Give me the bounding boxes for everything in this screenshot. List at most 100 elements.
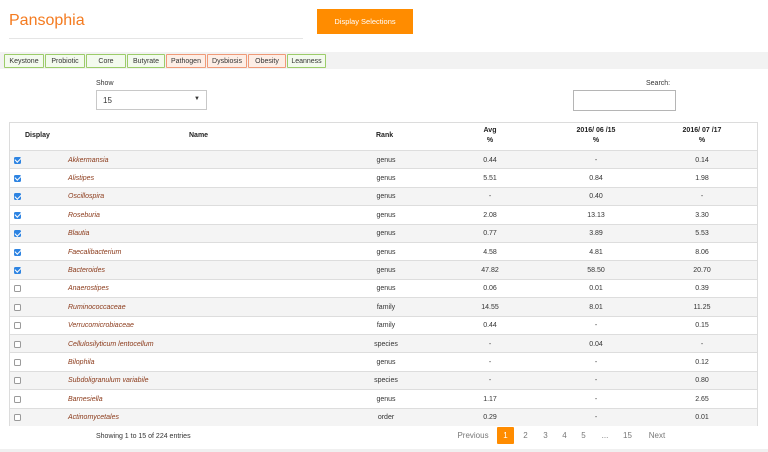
header-rank[interactable]: Rank — [376, 131, 393, 141]
taxon-name[interactable]: Ruminococcaceae — [68, 298, 368, 316]
date-1-value: - — [594, 358, 598, 366]
row-checkbox[interactable] — [14, 353, 26, 371]
tag-butyrate[interactable]: Butyrate — [127, 54, 165, 68]
row-checkbox[interactable] — [14, 169, 26, 187]
tag-core[interactable]: Core — [86, 54, 126, 68]
date-1-value: 4.81 — [589, 248, 603, 256]
header-avg[interactable]: Avg % — [470, 126, 510, 146]
date-1-value: - — [594, 156, 598, 164]
taxon-name[interactable]: Bacteroides — [68, 261, 368, 279]
search-input[interactable] — [573, 90, 676, 111]
taxon-name[interactable]: Verrucomicrobiaceae — [68, 317, 368, 335]
row-checkbox[interactable] — [14, 225, 26, 243]
header-name[interactable]: Name — [189, 131, 208, 141]
pagination-page-15[interactable]: 15 — [619, 427, 636, 444]
table-row[interactable]: Blautia genus 0.77 3.89 5.53 — [10, 223, 757, 243]
table-row[interactable]: Bacteroides genus 47.82 58.50 20.70 — [10, 260, 757, 279]
taxon-rank: genus — [376, 285, 396, 293]
table-row[interactable]: Faecalibacterium genus 4.58 4.81 8.06 — [10, 242, 757, 260]
date-2-value: 20.70 — [693, 266, 711, 274]
table-row[interactable]: Ruminococcaceae family 14.55 8.01 11.25 — [10, 297, 757, 316]
row-checkbox[interactable] — [14, 390, 26, 408]
tag-obesity[interactable]: Obesity — [248, 54, 286, 68]
checkbox-icon — [14, 211, 21, 219]
taxon-name[interactable]: Subdoligranulum variabile — [68, 372, 368, 390]
checkbox-icon — [14, 340, 21, 348]
checkbox-icon — [14, 377, 21, 385]
row-checkbox[interactable] — [14, 317, 26, 335]
table-row[interactable]: Anaerostipes genus 0.06 0.01 0.39 — [10, 278, 757, 298]
caret-down-icon: ▼ — [194, 96, 200, 102]
taxon-name[interactable]: Anaerostipes — [68, 280, 368, 298]
pagination-page-4[interactable]: 4 — [556, 427, 573, 444]
display-selections-button[interactable]: Display Selections — [317, 9, 413, 34]
date-1-value: - — [594, 377, 598, 385]
row-checkbox[interactable] — [14, 298, 26, 316]
date-2-value: 8.06 — [695, 248, 709, 256]
taxon-rank: genus — [376, 248, 396, 256]
taxon-name[interactable]: Oscillospira — [68, 188, 368, 206]
taxon-rank: genus — [376, 395, 396, 403]
date-1-value: 0.04 — [589, 340, 603, 348]
checkbox-icon — [14, 414, 21, 422]
taxon-name[interactable]: Faecalibacterium — [68, 243, 368, 261]
table-row[interactable]: Bilophila genus - - 0.12 — [10, 352, 757, 370]
tag-probiotic[interactable]: Probiotic — [45, 54, 85, 68]
pagination-next[interactable]: Next — [641, 427, 673, 444]
taxon-name[interactable]: Cellulosilyticum lentocellum — [68, 335, 368, 353]
row-checkbox[interactable] — [14, 206, 26, 224]
page-length-select[interactable]: 15 ▼ — [96, 90, 207, 110]
taxon-name[interactable]: Barnesiella — [68, 390, 368, 408]
row-checkbox[interactable] — [14, 409, 26, 427]
page-length-value: 15 — [103, 96, 112, 105]
table-row[interactable]: Subdoligranulum variabile species - - 0.80 — [10, 370, 757, 390]
tag-pathogen[interactable]: Pathogen — [166, 54, 206, 68]
taxon-name[interactable]: Blautia — [68, 225, 368, 243]
checkbox-icon — [14, 156, 21, 164]
date-2-value: 1.98 — [695, 174, 709, 182]
header-date-2[interactable]: 2016/ 07 /17 % — [662, 126, 742, 146]
header-date-1-unit: % — [592, 137, 600, 144]
tag-leanness[interactable]: Leanness — [287, 54, 326, 68]
row-checkbox[interactable] — [14, 261, 26, 279]
pagination-previous[interactable]: Previous — [452, 427, 494, 444]
table-row[interactable]: Alistipes genus 5.51 0.84 1.98 — [10, 168, 757, 186]
search-label: Search: — [646, 80, 671, 87]
date-1-value: 0.40 — [589, 193, 603, 201]
pagination-page-5[interactable]: 5 — [575, 427, 592, 444]
table-row[interactable]: Cellulosilyticum lentocellum species - 0.04… — [10, 334, 757, 353]
taxon-name[interactable]: Roseburia — [68, 206, 368, 224]
taxon-rank: family — [376, 322, 396, 330]
taxon-name[interactable]: Bilophila — [68, 353, 368, 371]
pagination-page-1[interactable]: 1 — [497, 427, 514, 444]
table-row[interactable]: Verrucomicrobiaceae family 0.44 - 0.15 — [10, 315, 757, 335]
row-checkbox[interactable] — [14, 188, 26, 206]
date-2-value: 0.39 — [695, 285, 709, 293]
tag-keystone[interactable]: Keystone — [4, 54, 44, 68]
row-checkbox[interactable] — [14, 280, 26, 298]
header-display[interactable]: Display — [25, 131, 50, 141]
row-checkbox[interactable] — [14, 372, 26, 390]
pagination-page-3[interactable]: 3 — [537, 427, 554, 444]
row-checkbox[interactable] — [14, 151, 26, 169]
row-checkbox[interactable] — [14, 243, 26, 261]
taxon-rank: species — [374, 377, 398, 385]
header-date-1[interactable]: 2016/ 06 /15 % — [556, 126, 636, 146]
table-row[interactable]: Roseburia genus 2.08 13.13 3.30 — [10, 205, 757, 223]
checkbox-icon — [14, 248, 21, 256]
avg-value: 0.44 — [483, 156, 497, 164]
avg-value: - — [488, 340, 492, 348]
tag-dysbiosis[interactable]: Dysbiosis — [207, 54, 247, 68]
taxon-name[interactable]: Akkermansia — [68, 151, 368, 169]
table-row[interactable]: Akkermansia genus 0.44 - 0.14 — [10, 150, 757, 169]
table-row[interactable]: Barnesiella genus 1.17 - 2.65 — [10, 389, 757, 407]
table-row[interactable]: Oscillospira genus - 0.40 - — [10, 186, 757, 206]
avg-value: 1.17 — [483, 395, 497, 403]
taxon-name[interactable]: Actinomycetales — [68, 409, 368, 427]
pagination-page-2[interactable]: 2 — [517, 427, 534, 444]
avg-value: 0.29 — [483, 414, 497, 422]
checkbox-icon — [14, 322, 21, 330]
taxon-name[interactable]: Alistipes — [68, 169, 368, 187]
row-checkbox[interactable] — [14, 335, 26, 353]
table-row[interactable]: Actinomycetales order 0.29 - 0.01 — [10, 407, 757, 427]
